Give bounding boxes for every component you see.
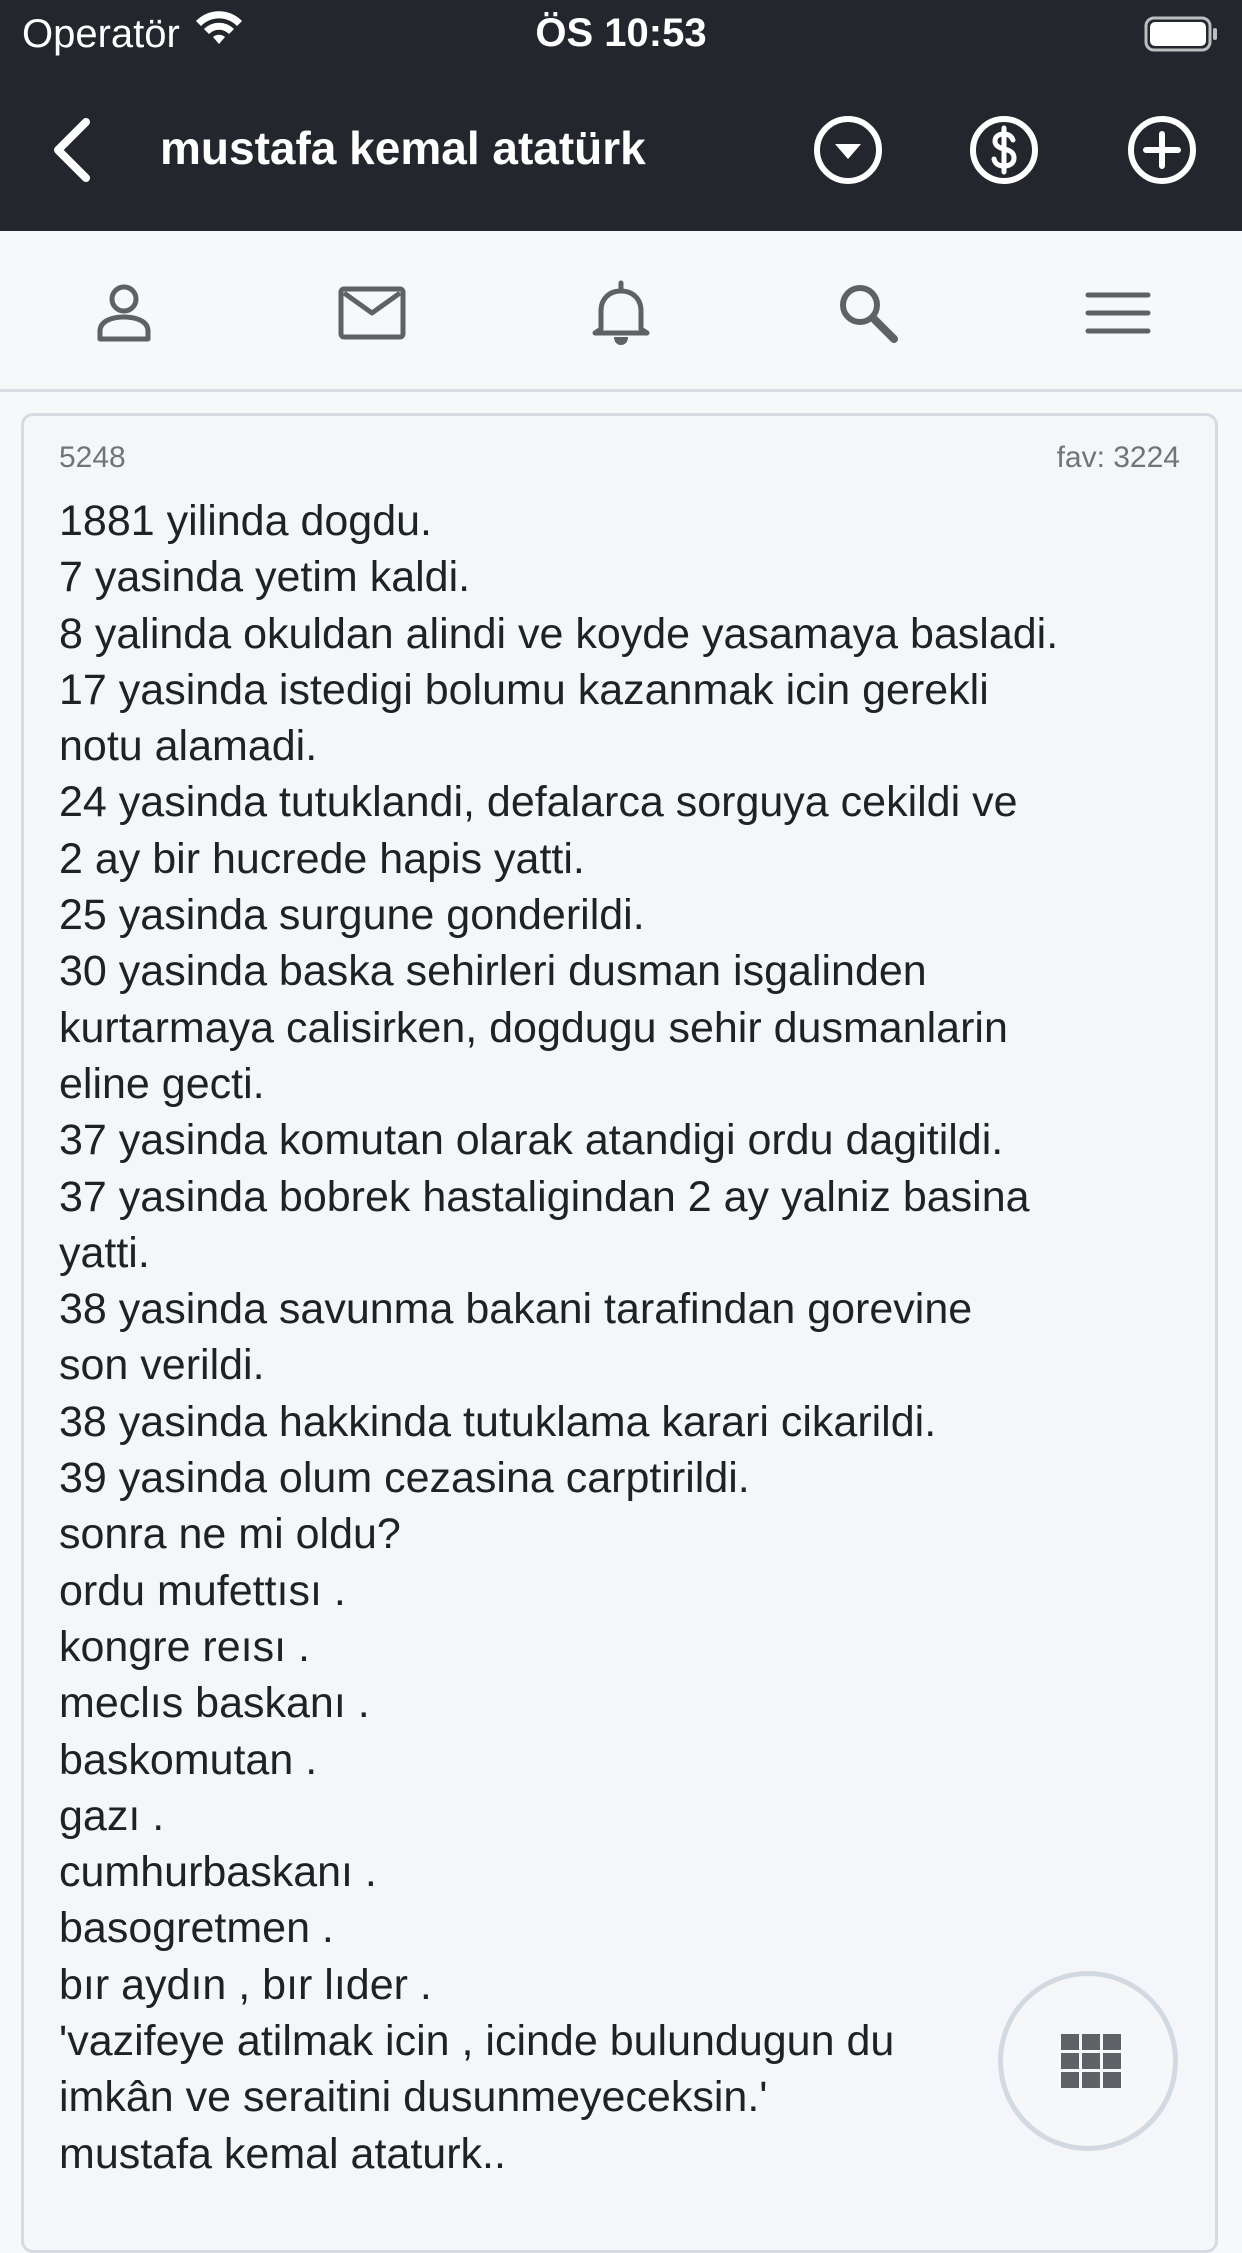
tab-bar (0, 231, 1242, 392)
entry-line: 37 yasinda bobrek hastaligindan 2 ay yal… (59, 1172, 1030, 1221)
chevron-left-icon (54, 118, 90, 182)
entry-line: kongre reısı . (59, 1622, 310, 1671)
entry-line: 39 yasinda olum cezasina carptirildi. (59, 1454, 750, 1503)
entry-line: baskomutan . (59, 1735, 318, 1784)
status-time: ÖS 10:53 (535, 11, 707, 55)
add-button[interactable] (1126, 114, 1198, 186)
back-button[interactable] (44, 114, 104, 186)
tab-search[interactable] (834, 279, 902, 347)
entry-card: 5248 fav: 3224 1881 yilinda dogdu. 7 yas… (21, 413, 1218, 2253)
dropdown-button[interactable] (812, 114, 884, 186)
dollar-button[interactable] (968, 114, 1040, 186)
tab-profile[interactable] (90, 279, 158, 347)
grid-fab-button[interactable] (998, 1971, 1178, 2151)
page-title: mustafa kemal atatürk (160, 122, 646, 174)
tab-menu[interactable] (1084, 279, 1152, 347)
entry-line: kurtarmaya calisirken, dogdugu sehir dus… (59, 1003, 1008, 1052)
battery-icon (1144, 16, 1220, 57)
tab-notifications[interactable] (587, 279, 655, 347)
entry-fav-count[interactable]: fav: 3224 (1057, 438, 1180, 478)
menu-icon (1085, 292, 1151, 334)
entry-line: 38 yasinda savunma bakani tarafindan gor… (59, 1285, 973, 1334)
mail-icon (338, 286, 406, 340)
entry-line: 37 yasinda komutan olarak atandigi ordu … (59, 1116, 1004, 1165)
bell-icon (592, 280, 650, 345)
entry-line: mustafa kemal ataturk.. (59, 2129, 506, 2178)
entry-line: son verildi. (59, 1341, 265, 1390)
entry-line: cumhurbaskanı . (59, 1848, 377, 1897)
entry-line: gazı . (59, 1791, 165, 1840)
status-bar: Operatör ÖS 10:53 (0, 0, 1242, 66)
entry-line: sonra ne mi oldu? (59, 1510, 401, 1559)
entry-line: eline gecti. (59, 1059, 265, 1108)
entry-line: 7 yasinda yetim kaldi. (59, 553, 471, 602)
tab-messages[interactable] (338, 279, 406, 347)
user-icon (97, 284, 151, 342)
entry-id: 5248 (59, 441, 126, 474)
entry-text: 1881 yilinda dogdu. 7 yasinda yetim kald… (59, 493, 1199, 2182)
entry-line: 38 yasinda hakkinda tutuklama karari cik… (59, 1397, 937, 1446)
chevron-down-circle-icon (814, 116, 882, 184)
entry-line: 24 yasinda tutuklandi, defalarca sorguya… (59, 778, 1018, 827)
plus-circle-icon (1128, 116, 1196, 184)
entry-line: basogretmen . (59, 1904, 334, 1953)
entry-line: ordu mufettısı . (59, 1566, 346, 1615)
entry-line: notu alamadi. (59, 722, 318, 771)
entry-line: 1881 yilinda dogdu. (59, 497, 432, 545)
entry-line: 30 yasinda baska sehirleri dusman isgali… (59, 947, 927, 996)
entry-line: 8 yalinda okuldan alindi ve koyde yasama… (59, 609, 1059, 658)
grid-icon (1061, 2034, 1121, 2088)
entry-line: yatti. (59, 1228, 150, 1277)
dollar-circle-icon (970, 116, 1038, 184)
entry-line: 25 yasinda surgune gonderildi. (59, 891, 645, 940)
nav-bar: mustafa kemal atatürk (0, 66, 1242, 231)
entry-line: 17 yasinda istedigi bolumu kazanmak icin… (59, 665, 989, 714)
entry-line: meclıs baskanı . (59, 1679, 370, 1728)
search-icon (840, 285, 898, 343)
entry-line: 2 ay bir hucrede hapis yatti. (59, 834, 585, 883)
